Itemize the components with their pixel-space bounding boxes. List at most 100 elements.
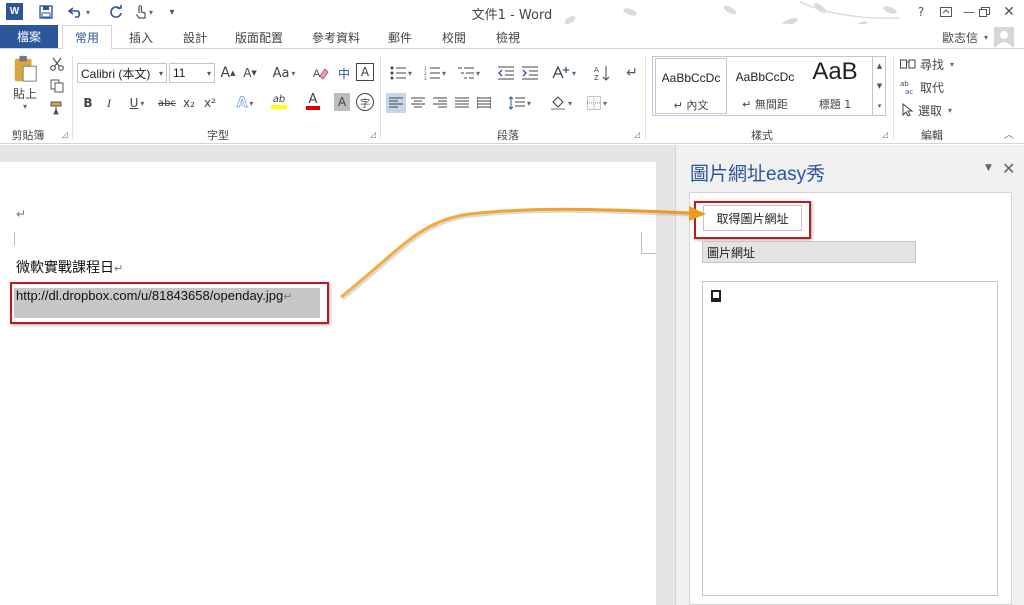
styles-scroll[interactable]: ▲ ▼ ▾: [872, 56, 886, 116]
group-separator: [380, 55, 381, 139]
group-separator: [645, 55, 646, 139]
close-icon[interactable]: ✕: [1002, 159, 1015, 178]
paragraph-group-label: 段落: [497, 129, 519, 142]
asian-layout-button[interactable]: ▾: [548, 63, 580, 83]
tab-file[interactable]: 檔案: [0, 25, 58, 48]
highlight-button[interactable]: ab: [263, 91, 295, 113]
align-center-button[interactable]: [408, 93, 428, 113]
editing-group-label: 編輯: [921, 129, 943, 142]
scroll-up-icon[interactable]: ▲: [877, 62, 882, 70]
tab-mailings[interactable]: 郵件: [380, 25, 420, 49]
document-page[interactable]: [0, 162, 656, 605]
user-name: 歐志信: [941, 30, 978, 45]
highlight-color-swatch: [271, 105, 287, 109]
tab-view[interactable]: 檢視: [486, 25, 530, 49]
bold-button[interactable]: B: [80, 93, 96, 113]
format-painter-icon[interactable]: [48, 99, 66, 117]
shrink-font-button[interactable]: A ▼: [241, 63, 259, 83]
tab-references[interactable]: 參考資料: [304, 25, 368, 49]
numbering-button[interactable]: 1 2 3 ▾: [420, 63, 450, 83]
tab-layout[interactable]: 版面配置: [228, 25, 290, 49]
styles-group-label: 樣式: [751, 129, 773, 142]
bullets-button[interactable]: ▾: [386, 63, 416, 83]
paste-button[interactable]: 貼上 ▾: [6, 55, 44, 111]
paragraph-launcher-icon[interactable]: ◿: [634, 131, 642, 139]
ribbon-display-options-icon[interactable]: [935, 3, 957, 20]
scroll-down-icon[interactable]: ▼: [877, 82, 882, 90]
tab-insert[interactable]: 插入: [118, 25, 164, 49]
font-size-combo[interactable]: 11 ▾: [169, 63, 215, 83]
help-icon[interactable]: ?: [910, 3, 932, 20]
find-button[interactable]: 尋找 ▾: [900, 55, 962, 73]
change-case-button[interactable]: Aa ▾: [268, 63, 300, 83]
close-window-icon[interactable]: ✕: [998, 3, 1020, 20]
svg-text:A: A: [594, 66, 599, 74]
phonetic-guide-button[interactable]: 中: [334, 63, 354, 83]
style-no-spacing[interactable]: AaBbCcDc ↵ 無間距: [729, 58, 801, 114]
paragraph-text: 微軟實戰課程日: [16, 260, 114, 276]
clipboard-launcher-icon[interactable]: ◿: [62, 131, 70, 139]
show-formatting-marks-icon[interactable]: ↵: [622, 63, 642, 83]
grow-font-button[interactable]: A ▲: [219, 63, 237, 83]
style-normal[interactable]: AaBbCcDc ↵ 內文: [655, 58, 727, 114]
borders-button[interactable]: ▾: [582, 93, 612, 113]
copy-icon[interactable]: [48, 77, 66, 95]
shading-button[interactable]: ▾: [546, 93, 576, 113]
ribbon-tabs: 檔案 常用 插入 設計 版面配置 參考資料 郵件 校閱 檢視 歐志信 ▾: [0, 24, 1024, 49]
tab-review[interactable]: 校閱: [432, 25, 476, 49]
replace-button[interactable]: ab ac 取代: [900, 78, 950, 96]
align-right-button[interactable]: [430, 93, 450, 113]
broken-image-icon: [711, 290, 721, 302]
image-url-field[interactable]: 圖片網址: [702, 241, 916, 263]
empty-paragraph-mark[interactable]: ↵: [16, 207, 26, 221]
text-effects-button[interactable]: A ▾: [230, 93, 260, 113]
replace-icon: abac: [900, 80, 913, 94]
tab-design[interactable]: 設計: [172, 25, 218, 49]
svg-text:A: A: [313, 68, 321, 80]
font-color-button[interactable]: A: [298, 91, 328, 113]
ribbon: 貼上 ▾ 剪貼簿 ◿ Calibri (本文) ▾ 11 ▾ A ▲ A ▼ Aa ▾ A…: [0, 48, 1024, 144]
crop-mark: [14, 232, 15, 246]
style-heading-1[interactable]: AaB 標題 1: [799, 58, 871, 114]
image-preview-box: [702, 281, 998, 596]
collapse-ribbon-icon[interactable]: ︿: [1002, 127, 1016, 141]
chevron-down-icon: ▾: [158, 68, 163, 78]
strikethrough-button[interactable]: abc: [156, 93, 178, 113]
font-name-combo[interactable]: Calibri (本文) ▾: [77, 63, 167, 83]
svg-text:3: 3: [424, 76, 427, 80]
crop-mark: [641, 253, 656, 254]
multilevel-list-button[interactable]: ▾: [454, 63, 484, 83]
styles-more-icon[interactable]: ▾: [878, 102, 882, 110]
chevron-down-icon: ▾: [206, 68, 211, 78]
styles-launcher-icon[interactable]: ◿: [882, 131, 890, 139]
document-paragraph[interactable]: 微軟實戰課程日↵: [16, 257, 123, 277]
get-image-url-button[interactable]: 取得圖片網址: [703, 205, 802, 231]
select-button[interactable]: 選取 ▾: [900, 101, 960, 119]
character-border-button[interactable]: A: [356, 63, 374, 81]
group-separator: [72, 55, 73, 139]
underline-button[interactable]: U ▾: [122, 93, 152, 113]
italic-button[interactable]: I: [101, 93, 117, 113]
clear-formatting-icon[interactable]: A: [310, 63, 332, 83]
subscript-button[interactable]: x₂: [180, 93, 198, 113]
url-highlight-frame: [10, 282, 329, 324]
cut-icon[interactable]: [48, 55, 66, 73]
distributed-align-button[interactable]: [474, 93, 494, 113]
decrease-indent-icon[interactable]: [496, 63, 516, 83]
enclose-characters-button[interactable]: 字: [356, 93, 374, 111]
line-spacing-button[interactable]: ▾: [504, 93, 536, 113]
svg-text:ab: ab: [900, 80, 909, 88]
tab-home[interactable]: 常用: [62, 25, 112, 49]
task-pane-options-icon[interactable]: ▼: [985, 163, 992, 173]
find-icon: [900, 59, 916, 69]
justify-button[interactable]: [452, 93, 472, 113]
sort-icon[interactable]: AZ: [592, 63, 612, 83]
avatar: [994, 27, 1014, 47]
font-launcher-icon[interactable]: ◿: [370, 131, 378, 139]
user-account[interactable]: 歐志信 ▾: [942, 27, 1014, 47]
increase-indent-icon[interactable]: [520, 63, 540, 83]
restore-icon[interactable]: [973, 3, 995, 20]
superscript-button[interactable]: x²: [201, 93, 219, 113]
character-shading-button[interactable]: A: [334, 93, 350, 111]
align-left-button[interactable]: [386, 93, 406, 113]
